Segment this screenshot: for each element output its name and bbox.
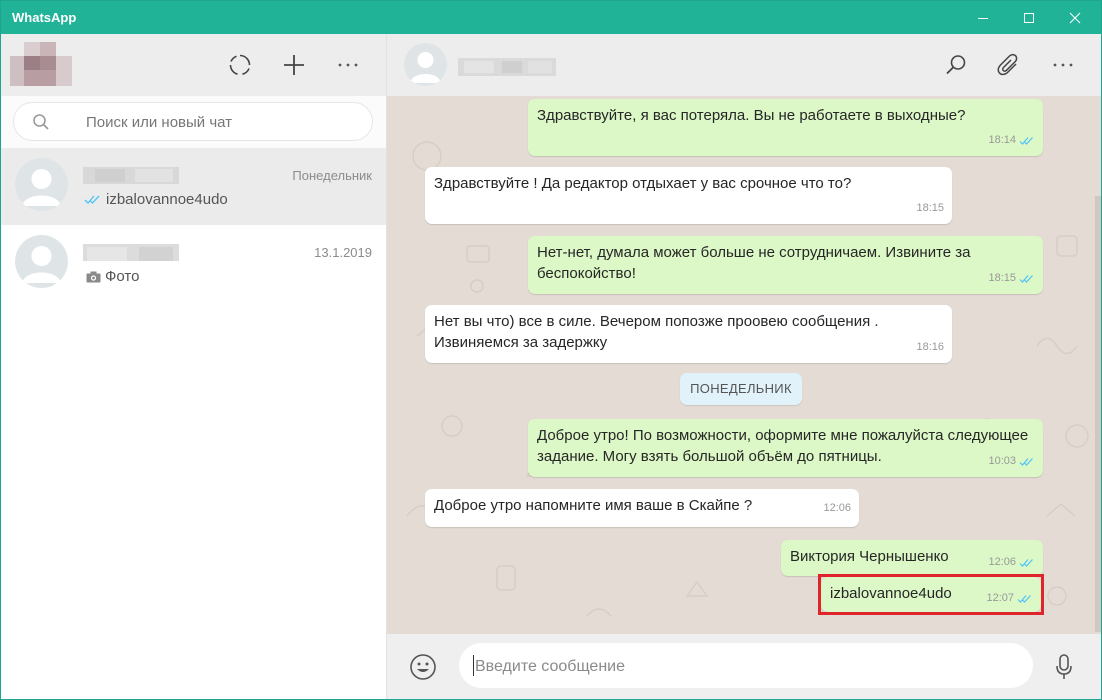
- status-icon: [229, 54, 251, 75]
- double-check-icon: [1019, 558, 1033, 567]
- chat-preview-text: izbalovannoe4udo: [106, 191, 228, 208]
- contact-name-blurred: [83, 167, 179, 184]
- scrollbar[interactable]: [1095, 196, 1101, 632]
- new-chat-icon: [284, 55, 304, 75]
- conversation-search-button[interactable]: [941, 50, 971, 80]
- default-avatar-icon: [15, 158, 68, 211]
- message-text: задание. Могу взять большой объём до пят…: [537, 448, 882, 465]
- chat-preview: Фото: [86, 268, 139, 285]
- message-text: Доброе утро напомните имя ваше в Скайпе …: [434, 497, 753, 514]
- chat-date: 13.1.2019: [314, 245, 372, 260]
- close-icon: [1069, 12, 1081, 23]
- search-icon: [33, 114, 49, 130]
- message-meta: 18:16: [916, 337, 944, 358]
- message-input[interactable]: [473, 655, 1017, 679]
- search-icon: [946, 55, 966, 75]
- sidebar-header: [1, 34, 386, 96]
- message-bubble-outgoing[interactable]: Нет-нет, думала может больше не сотрудни…: [528, 236, 1043, 294]
- message-bubble-outgoing[interactable]: Доброе утро! По возможности, оформите мн…: [528, 419, 1043, 477]
- message-text: Извиняемся за задержку: [434, 334, 608, 351]
- attach-button[interactable]: [994, 50, 1024, 80]
- message-meta: 18:15: [988, 268, 1035, 289]
- message-bubble-incoming[interactable]: Нет вы что) все в силе. Вечером попозже …: [425, 305, 952, 363]
- message-input-box[interactable]: [459, 643, 1033, 688]
- highlight-box: [818, 574, 1044, 615]
- minimize-icon: [978, 17, 988, 19]
- message-text: Здравствуйте, я вас потеряла. Вы не рабо…: [537, 107, 966, 124]
- sidebar-menu-button[interactable]: [333, 50, 363, 80]
- chat-list-item[interactable]: Понедельник izbalovannoe4udo: [1, 148, 386, 225]
- message-text: Доброе утро! По возможности, оформите мн…: [537, 427, 1029, 444]
- search-box[interactable]: [13, 102, 373, 141]
- close-button[interactable]: [1052, 1, 1098, 34]
- message-text: беспокойство!: [537, 265, 636, 282]
- menu-icon: [338, 63, 358, 67]
- text-caret: [473, 655, 474, 676]
- contact-name-blurred: [83, 244, 179, 261]
- double-check-icon: [1019, 274, 1033, 283]
- attach-icon: [997, 53, 1018, 76]
- message-time: 18:15: [988, 272, 1016, 284]
- message-bubble-incoming[interactable]: Доброе утро напомните имя ваше в Скайпе …: [425, 489, 859, 527]
- default-avatar-icon: [15, 235, 68, 288]
- maximize-icon: [1024, 12, 1034, 23]
- my-avatar[interactable]: [10, 42, 72, 86]
- message-time: 18:16: [916, 341, 944, 353]
- message-meta: 12:06: [823, 498, 851, 519]
- conversation-menu-button[interactable]: [1048, 50, 1078, 80]
- message-meta: 18:15: [916, 198, 944, 219]
- emoji-button[interactable]: [409, 653, 437, 686]
- double-check-icon: [1019, 457, 1033, 466]
- whatsapp-window: WhatsApp Поиск или новый чат Понедельник…: [0, 0, 1102, 700]
- message-meta: 12:06: [988, 552, 1035, 573]
- message-text: Нет вы что) все в силе. Вечером попозже …: [434, 313, 879, 330]
- composer-bar: [387, 634, 1101, 699]
- minimize-button[interactable]: [960, 1, 1006, 34]
- message-time: 18:14: [988, 134, 1016, 146]
- message-bubble-incoming[interactable]: Здравствуйте ! Да редактор отдыхает у ва…: [425, 167, 952, 224]
- message-bubble-outgoing[interactable]: Виктория Чернышенко 12:06: [781, 540, 1043, 576]
- maximize-button[interactable]: [1006, 1, 1052, 34]
- microphone-icon: [1056, 654, 1072, 679]
- search-bar: [1, 96, 386, 148]
- conversation-header: [387, 34, 1101, 96]
- conversation-panel: Здравствуйте, я вас потеряла. Вы не рабо…: [387, 34, 1101, 699]
- message-text: Здравствуйте ! Да редактор отдыхает у ва…: [434, 175, 852, 192]
- message-area[interactable]: Здравствуйте, я вас потеряла. Вы не рабо…: [387, 96, 1101, 634]
- contact-avatar-icon[interactable]: [404, 43, 447, 86]
- title-bar: WhatsApp: [1, 1, 1101, 34]
- camera-icon: [86, 271, 101, 282]
- message-time: 10:03: [988, 455, 1016, 467]
- message-time: 12:06: [988, 556, 1016, 568]
- chat-preview: izbalovannoe4udo: [84, 191, 228, 208]
- chat-list-panel: Понедельник izbalovannoe4udo 13.1.2019: [1, 34, 387, 699]
- double-check-icon: [84, 195, 100, 204]
- message-meta: 10:03: [988, 451, 1035, 472]
- chat-list-item[interactable]: 13.1.2019 Фото: [1, 225, 386, 302]
- voice-message-button[interactable]: [1055, 653, 1073, 686]
- status-button[interactable]: [225, 50, 255, 80]
- message-text: Нет-нет, думала может больше не сотрудни…: [537, 244, 971, 261]
- day-separator: ПОНЕДЕЛЬНИК: [680, 373, 802, 405]
- message-meta: 18:14: [988, 130, 1035, 151]
- search-input[interactable]: [84, 111, 358, 133]
- chat-date: Понедельник: [292, 168, 372, 183]
- contact-name-blurred[interactable]: [458, 58, 556, 76]
- message-time: 18:15: [916, 202, 944, 214]
- emoji-icon: [410, 654, 436, 680]
- double-check-icon: [1019, 136, 1033, 145]
- chat-preview-text: Фото: [105, 268, 140, 285]
- window-title: WhatsApp: [12, 10, 77, 25]
- menu-icon: [1053, 63, 1073, 67]
- new-chat-button[interactable]: [279, 50, 309, 80]
- message-bubble-outgoing[interactable]: Здравствуйте, я вас потеряла. Вы не рабо…: [528, 99, 1043, 156]
- message-time: 12:06: [823, 502, 851, 514]
